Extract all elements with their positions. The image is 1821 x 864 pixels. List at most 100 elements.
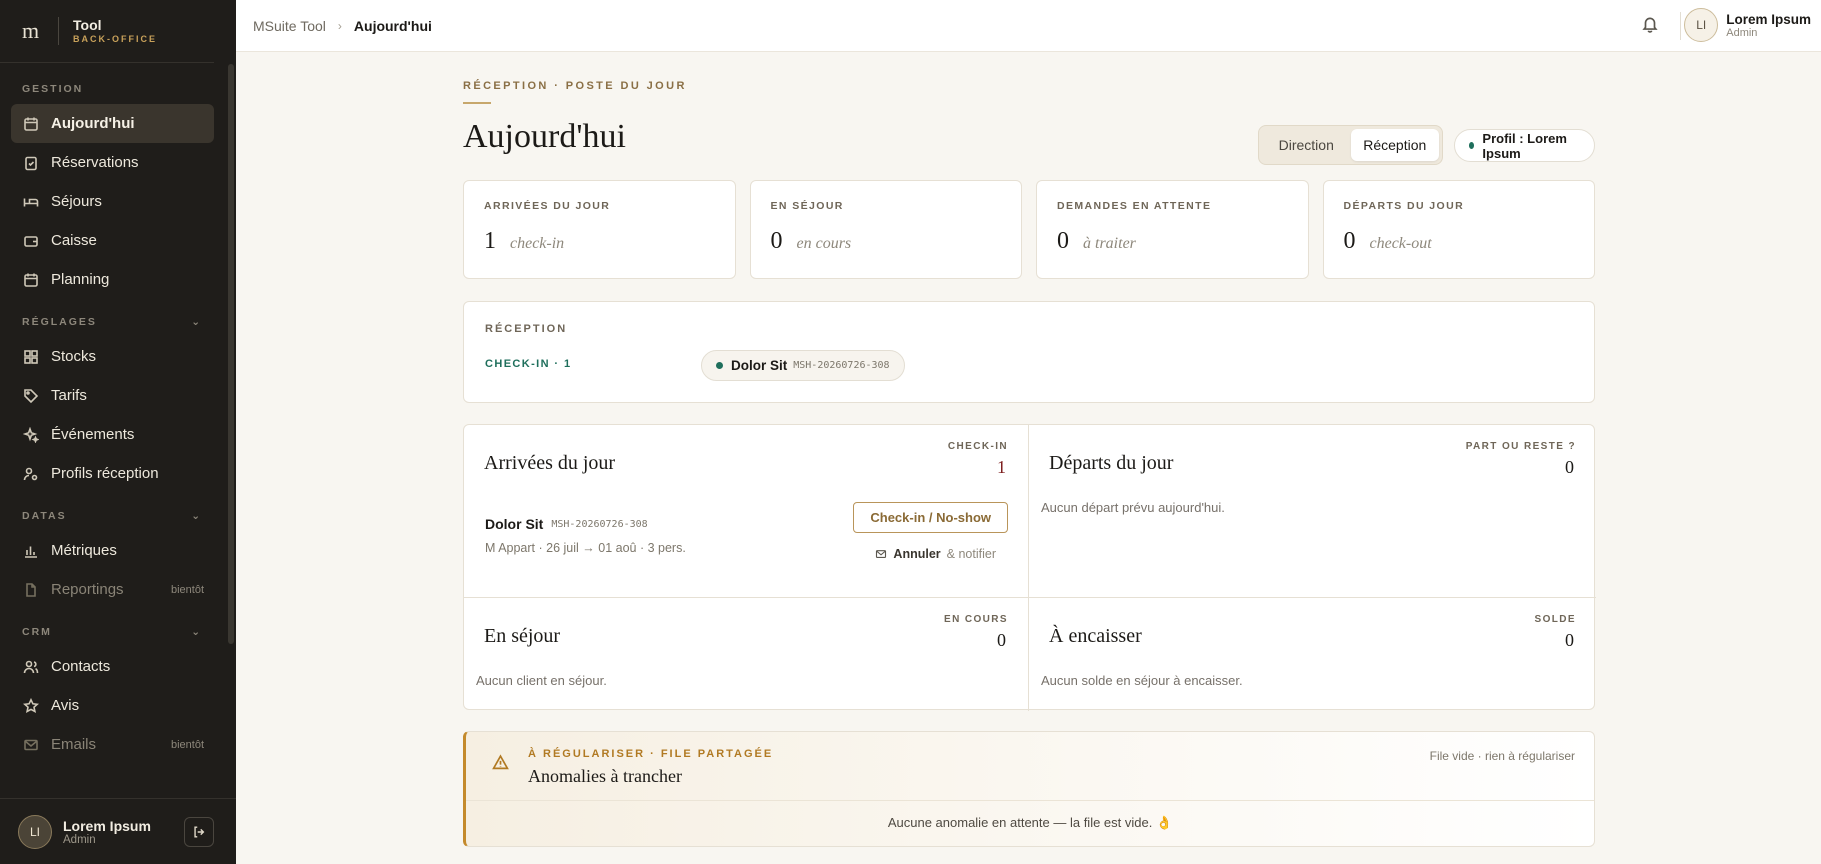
guest-name: Dolor Sit bbox=[485, 516, 544, 532]
kpi-label: EN SÉJOUR bbox=[770, 200, 844, 212]
guest-pill[interactable]: Dolor Sit MSH-20260726-308 bbox=[701, 350, 905, 381]
bed-icon bbox=[22, 193, 40, 211]
avatar: LI bbox=[18, 814, 52, 849]
reception-label: RÉCEPTION bbox=[485, 323, 568, 335]
kpi-label: DEMANDES EN ATTENTE bbox=[1057, 200, 1212, 212]
departures-panel: Départs du jour PART OU RESTE ? 0 Aucun … bbox=[1028, 425, 1596, 597]
breadcrumb-root[interactable]: MSuite Tool bbox=[253, 18, 326, 34]
user-name: Lorem Ipsum bbox=[63, 817, 151, 834]
sidebar-item-contacts[interactable]: Contacts bbox=[11, 647, 214, 686]
kpi-arrivals[interactable]: ARRIVÉES DU JOUR 1 check-in bbox=[463, 180, 736, 279]
section-crm[interactable]: CRM ⌄ bbox=[0, 623, 236, 641]
user-cog-icon bbox=[22, 465, 40, 483]
tag-icon bbox=[22, 387, 40, 405]
sidebar-user[interactable]: LI Lorem Ipsum Admin bbox=[0, 798, 236, 864]
sidebar-item-stocks[interactable]: Stocks bbox=[11, 337, 214, 376]
kpi-value: 1 bbox=[484, 228, 496, 254]
view-option-direction[interactable]: Direction bbox=[1262, 129, 1351, 161]
panel-tag: SOLDE bbox=[1534, 614, 1576, 625]
anomalies-kicker: À RÉGULARISER · FILE PARTAGÉE bbox=[528, 748, 774, 760]
panel-tag: EN COURS bbox=[944, 614, 1008, 625]
star-icon bbox=[22, 697, 40, 715]
kpi-sub: en cours bbox=[796, 235, 852, 252]
bell-icon bbox=[1642, 17, 1658, 33]
sidebar-item-reservations[interactable]: Réservations bbox=[11, 143, 214, 182]
file-icon bbox=[22, 581, 40, 599]
booking-ref: MSH-20260726-308 bbox=[793, 360, 890, 371]
empty-state: Aucun départ prévu aujourd'hui. bbox=[1041, 500, 1225, 515]
logout-icon bbox=[194, 826, 205, 838]
mail-icon bbox=[22, 736, 40, 754]
sidebar-item-metriques[interactable]: Métriques bbox=[11, 531, 214, 570]
sparkles-icon bbox=[22, 426, 40, 444]
arrivals-panel: Arrivées du jour CHECK-IN 1 Dolor Sit MS… bbox=[464, 425, 1028, 597]
sidebar-item-evenements[interactable]: Événements bbox=[11, 415, 214, 454]
kpi-pending[interactable]: DEMANDES EN ATTENTE 0 à traiter bbox=[1036, 180, 1309, 279]
sidebar-item-avis[interactable]: Avis bbox=[11, 686, 214, 725]
breadcrumb: MSuite Tool › Aujourd'hui bbox=[253, 18, 432, 34]
panel-count: 0 bbox=[1565, 457, 1574, 477]
kpi-label: DÉPARTS DU JOUR bbox=[1343, 200, 1465, 212]
calendar-icon bbox=[22, 271, 40, 289]
cancel-notify-button[interactable]: Annuler & notifier bbox=[875, 547, 996, 561]
chevron-right-icon: › bbox=[337, 18, 342, 33]
avatar: LI bbox=[1684, 8, 1719, 42]
sidebar-scrollbar[interactable] bbox=[228, 64, 234, 644]
sidebar-item-sejours[interactable]: Séjours bbox=[11, 182, 214, 221]
empty-state: Aucun solde en séjour à encaisser. bbox=[1041, 673, 1243, 688]
divider bbox=[466, 800, 1594, 801]
sidebar-item-profils-reception[interactable]: Profils réception bbox=[11, 454, 214, 493]
sidebar-item-reportings[interactable]: Reportings bientôt bbox=[11, 570, 214, 609]
panel-title: Arrivées du jour bbox=[484, 452, 616, 474]
collect-panel: À encaisser SOLDE 0 Aucun solde en séjou… bbox=[1028, 597, 1596, 711]
kpi-label: ARRIVÉES DU JOUR bbox=[484, 200, 611, 212]
sidebar-item-caisse[interactable]: Caisse bbox=[11, 221, 214, 260]
checkin-count: CHECK-IN · 1 bbox=[485, 358, 572, 370]
section-datas[interactable]: DATAS ⌄ bbox=[0, 507, 236, 525]
section-reglages[interactable]: RÉGLAGES ⌄ bbox=[0, 313, 236, 331]
users-icon bbox=[22, 658, 40, 676]
chevron-down-icon: ⌄ bbox=[191, 316, 202, 328]
view-toggle: Direction Réception bbox=[1258, 125, 1443, 165]
kpi-row: ARRIVÉES DU JOUR 1 check-in EN SÉJOUR 0 en… bbox=[463, 180, 1595, 279]
sidebar-item-aujourdhui[interactable]: Aujourd'hui bbox=[11, 104, 214, 143]
calendar-icon bbox=[22, 115, 40, 133]
checkin-noshow-button[interactable]: Check-in / No-show bbox=[853, 502, 1008, 533]
bar-chart-icon bbox=[22, 542, 40, 560]
sidebar-item-planning[interactable]: Planning bbox=[11, 260, 214, 299]
chevron-down-icon: ⌄ bbox=[191, 626, 202, 638]
panel-title: En séjour bbox=[484, 625, 561, 647]
kpi-sub: check-in bbox=[510, 235, 565, 252]
kpi-departures[interactable]: DÉPARTS DU JOUR 0 check-out bbox=[1322, 180, 1595, 279]
anomalies-message: Aucune anomalie en attente — la file est… bbox=[887, 815, 1173, 830]
sidebar: m Tool BACK-OFFICE GESTION Aujourd'hui R… bbox=[0, 0, 236, 864]
page-kicker: RÉCEPTION · POSTE DU JOUR bbox=[463, 80, 687, 92]
sidebar-item-emails[interactable]: Emails bientôt bbox=[11, 725, 214, 764]
arrival-details: M Appart · 26 juil → 01 aoû · 3 pers. bbox=[485, 541, 686, 555]
brand[interactable]: m Tool BACK-OFFICE bbox=[0, 0, 214, 63]
logout-button[interactable] bbox=[184, 817, 214, 847]
kpi-in-stay[interactable]: EN SÉJOUR 0 en cours bbox=[749, 180, 1022, 279]
notifications-button[interactable] bbox=[1641, 15, 1661, 35]
kicker-underline bbox=[463, 102, 491, 104]
topbar-user[interactable]: LI Lorem Ipsum Admin bbox=[1684, 8, 1811, 42]
profile-badge[interactable]: Profil : Lorem Ipsum bbox=[1454, 129, 1595, 162]
mail-icon bbox=[876, 550, 887, 558]
topbar-divider bbox=[1680, 12, 1681, 40]
topbar: MSuite Tool › Aujourd'hui LI Lorem Ipsum… bbox=[236, 0, 1821, 52]
reception-card: RÉCEPTION CHECK-IN · 1 Dolor Sit MSH-202… bbox=[463, 301, 1595, 403]
sidebar-item-tarifs[interactable]: Tarifs bbox=[11, 376, 214, 415]
anomalies-title: Anomalies à trancher bbox=[528, 766, 682, 786]
brand-logo: m bbox=[22, 18, 40, 43]
arrival-guest: Dolor Sit MSH-20260726-308 bbox=[485, 516, 648, 532]
view-option-reception[interactable]: Réception bbox=[1350, 129, 1439, 161]
section-gestion: GESTION bbox=[22, 83, 84, 95]
soon-badge: bientôt bbox=[170, 583, 204, 596]
empty-state: Aucun client en séjour. bbox=[476, 673, 607, 688]
user-role: Admin bbox=[63, 833, 96, 846]
user-name: Lorem Ipsum bbox=[1726, 11, 1811, 27]
brand-name: Tool bbox=[73, 17, 102, 33]
in-stay-panel: En séjour EN COURS 0 Aucun client en séj… bbox=[464, 597, 1028, 711]
guest-name: Dolor Sit bbox=[731, 358, 788, 373]
status-dot bbox=[716, 362, 723, 369]
